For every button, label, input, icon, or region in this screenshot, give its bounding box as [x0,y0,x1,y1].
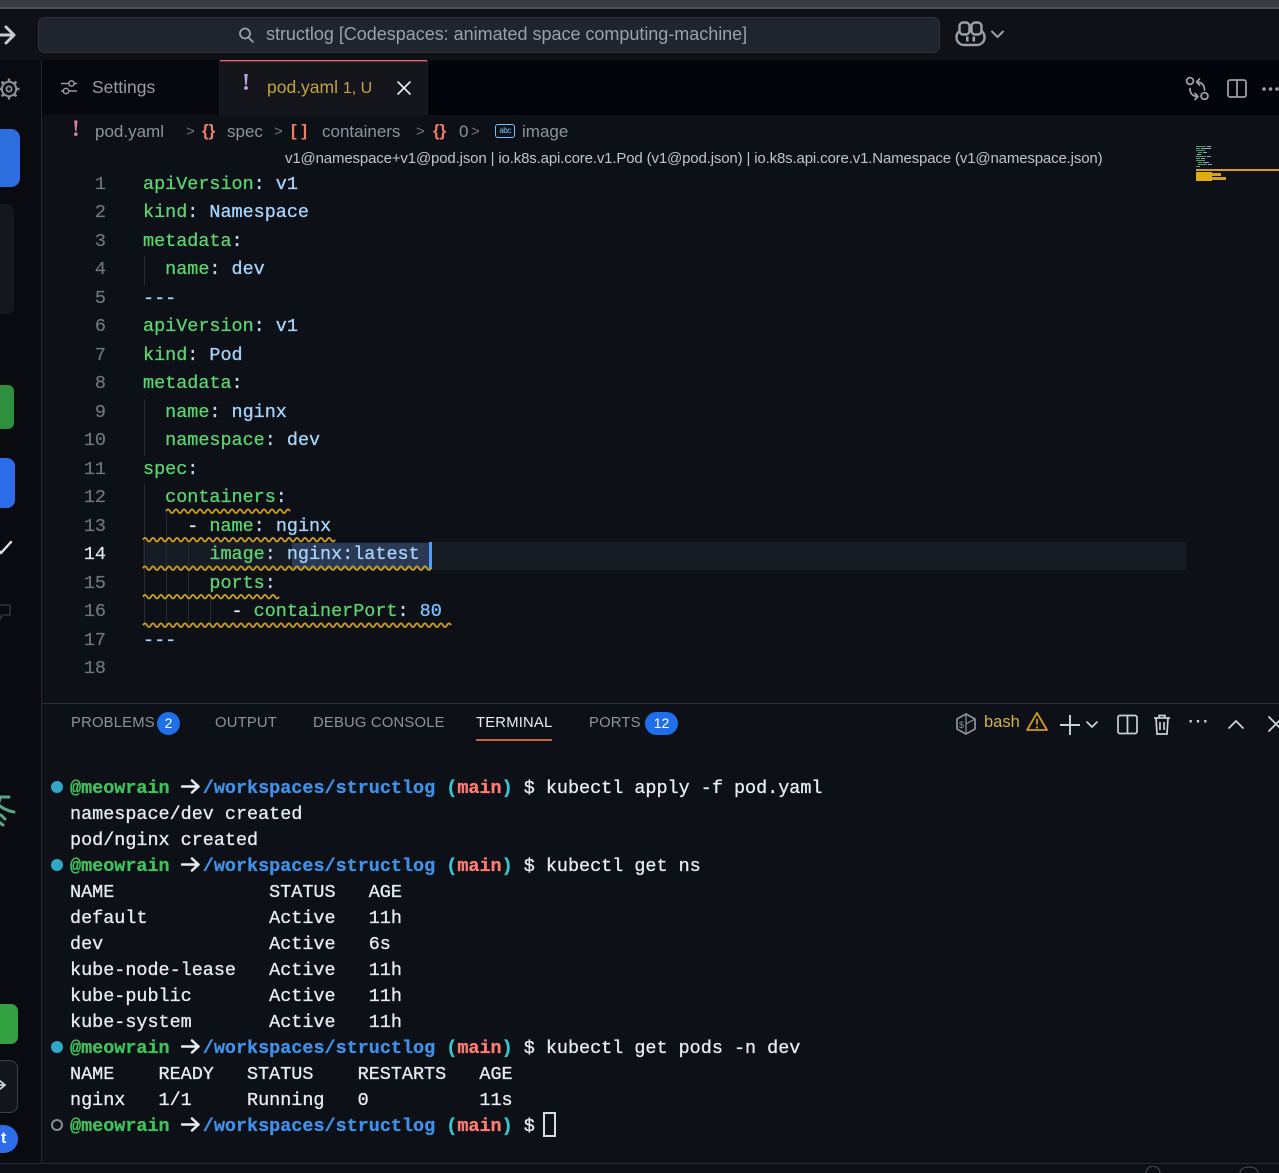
svg-text:$: $ [959,720,964,730]
